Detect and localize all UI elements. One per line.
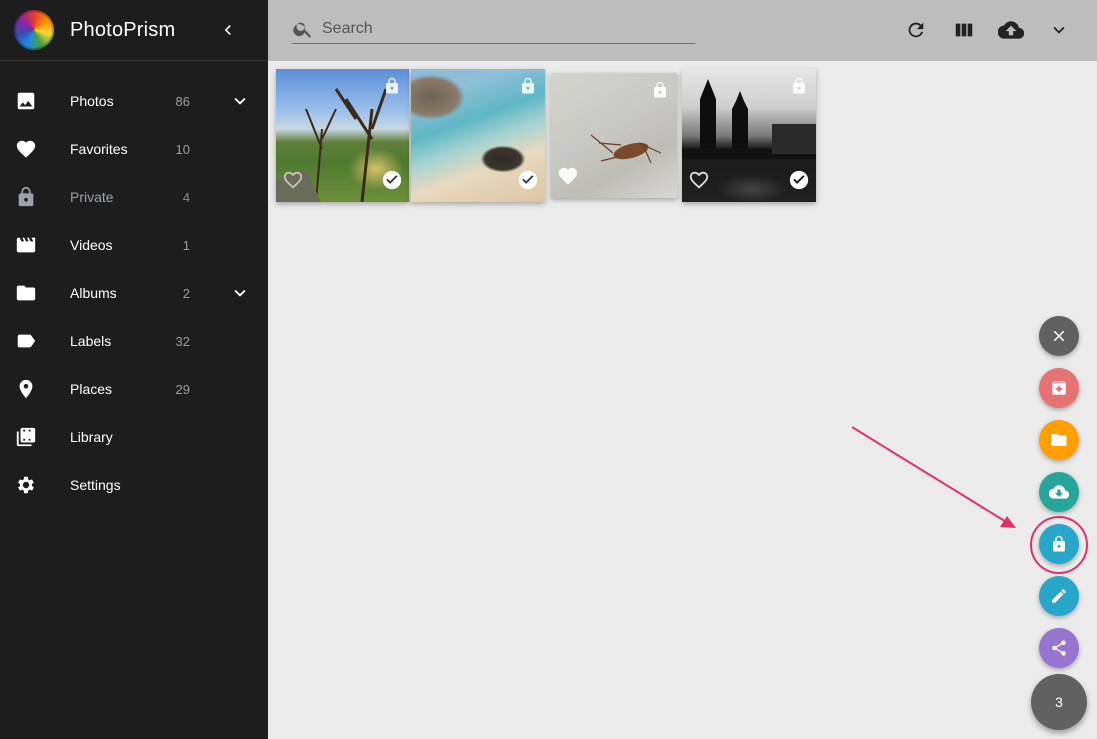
heart-icon: [14, 137, 38, 161]
sidebar-item-label: Videos: [70, 237, 113, 253]
sidebar-item-count: 86: [175, 93, 190, 109]
edit-button[interactable]: [1039, 576, 1079, 616]
gear-icon: [14, 473, 38, 497]
sidebar-item-albums[interactable]: Albums 2: [0, 269, 268, 317]
sidebar-item-settings[interactable]: Settings: [0, 461, 268, 509]
cloud-upload-icon: [998, 21, 1024, 39]
lock-icon: [383, 77, 401, 100]
pencil-icon: [1052, 589, 1066, 603]
sidebar: PhotoPrism Photos 86 Favorites 10 Privat…: [0, 0, 268, 739]
share-button[interactable]: [1039, 628, 1079, 668]
chevron-down-icon: [1053, 26, 1065, 34]
selected-check-icon[interactable]: [788, 169, 810, 196]
sidebar-item-library[interactable]: Library: [0, 413, 268, 461]
favorite-heart-icon[interactable]: [557, 165, 579, 192]
movie-icon: [14, 233, 38, 257]
add-to-album-button[interactable]: [1039, 420, 1079, 460]
photo-card[interactable]: [551, 73, 677, 198]
selection-count-button[interactable]: 3: [1031, 674, 1087, 730]
cloud-download-icon: [1049, 485, 1069, 499]
make-private-button[interactable]: [1039, 524, 1079, 564]
sidebar-item-label: Favorites: [70, 141, 128, 157]
sidebar-item-label: Private: [70, 189, 114, 205]
sidebar-item-favorites[interactable]: Favorites 10: [0, 125, 268, 173]
sidebar-nav: Photos 86 Favorites 10 Private 4 Videos …: [0, 77, 268, 509]
app-logo[interactable]: [14, 10, 54, 50]
folder-icon: [1051, 434, 1067, 446]
sidebar-item-label: Labels: [70, 333, 112, 349]
photo-card[interactable]: [411, 69, 545, 202]
collapse-sidebar-button[interactable]: [214, 16, 242, 44]
lock-icon: [651, 81, 669, 104]
clear-selection-button[interactable]: [1039, 316, 1079, 356]
selected-check-icon[interactable]: [517, 169, 539, 196]
chevron-down-icon[interactable]: [228, 89, 252, 113]
photo-card[interactable]: [276, 69, 409, 202]
more-options-button[interactable]: [1046, 17, 1072, 43]
archive-button[interactable]: [1039, 368, 1079, 408]
sidebar-item-count: 10: [175, 141, 190, 157]
sidebar-item-videos[interactable]: Videos 1: [0, 221, 268, 269]
image-icon: [14, 89, 38, 113]
sidebar-item-private[interactable]: Private 4: [0, 173, 268, 221]
selected-check-icon[interactable]: [381, 169, 403, 196]
sidebar-item-labels[interactable]: Labels 32: [0, 317, 268, 365]
film-library-icon: [14, 425, 38, 449]
chevron-left-icon: [224, 25, 231, 35]
view-column-icon: [955, 23, 973, 37]
favorite-heart-icon[interactable]: [282, 169, 304, 196]
sidebar-item-count: 4: [182, 189, 190, 205]
sidebar-item-photos[interactable]: Photos 86: [0, 77, 268, 125]
close-icon: [1053, 330, 1065, 342]
search-icon: [293, 22, 312, 38]
label-icon: [14, 329, 38, 353]
map-marker-icon: [14, 377, 38, 401]
sidebar-item-count: 1: [182, 237, 190, 253]
archive-icon: [1052, 381, 1066, 395]
lock-icon: [519, 77, 537, 100]
upload-button[interactable]: [998, 17, 1024, 43]
photo-card[interactable]: [682, 69, 816, 202]
sidebar-item-label: Places: [70, 381, 113, 397]
download-button[interactable]: [1039, 472, 1079, 512]
lock-icon: [14, 185, 38, 209]
view-toggle-button[interactable]: [951, 17, 977, 43]
app-title: PhotoPrism: [70, 18, 176, 41]
selection-count: 3: [1055, 694, 1063, 710]
sidebar-item-count: 29: [175, 381, 190, 397]
refresh-button[interactable]: [903, 17, 929, 43]
favorite-heart-icon[interactable]: [688, 169, 710, 196]
refresh-icon: [908, 22, 924, 38]
sidebar-item-places[interactable]: Places 29: [0, 365, 268, 413]
folder-icon: [14, 281, 38, 305]
share-icon: [1052, 640, 1066, 656]
sidebar-item-label: Library: [70, 429, 113, 445]
top-toolbar: [268, 0, 1097, 61]
sidebar-item-count: 2: [182, 285, 190, 301]
chevron-down-icon[interactable]: [228, 281, 252, 305]
lock-icon: [1053, 535, 1065, 552]
search-input[interactable]: [322, 19, 682, 38]
sidebar-header: PhotoPrism: [0, 0, 268, 61]
sidebar-item-label: Albums: [70, 285, 117, 301]
lock-icon: [790, 77, 808, 100]
sidebar-item-count: 32: [175, 333, 190, 349]
search-field[interactable]: [292, 14, 695, 44]
sidebar-item-label: Photos: [70, 93, 114, 109]
sidebar-item-label: Settings: [70, 477, 121, 493]
